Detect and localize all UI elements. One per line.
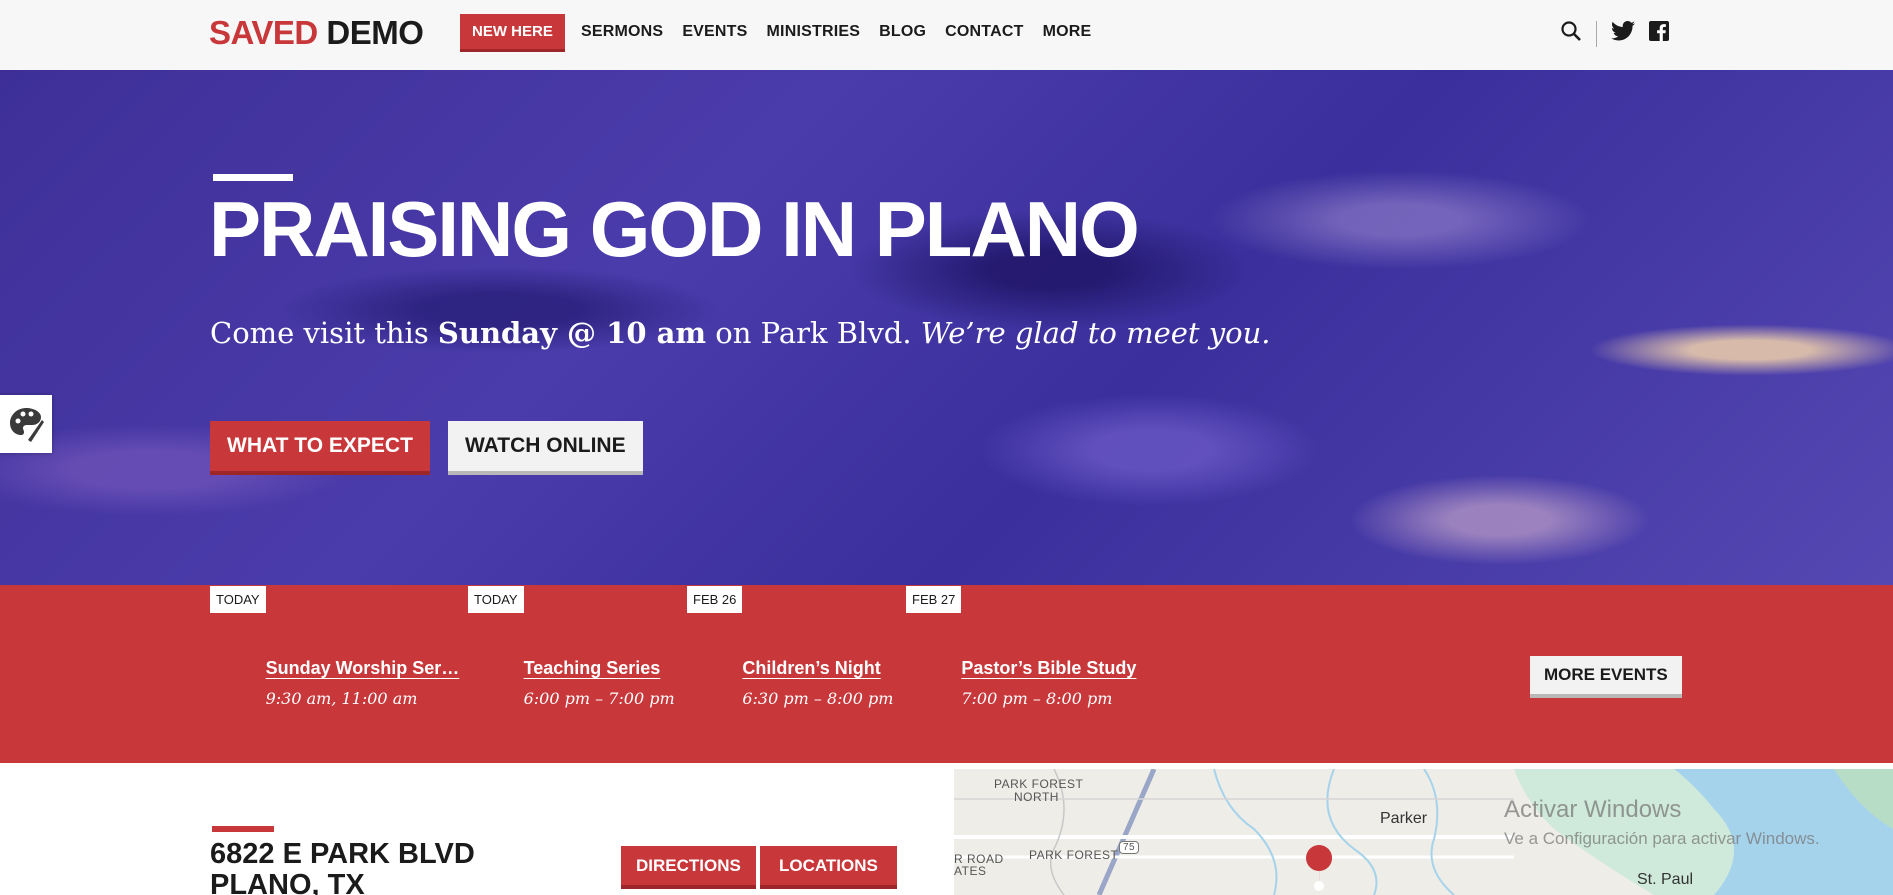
nav-more[interactable]: MORE [1043,23,1092,41]
nav-sermons[interactable]: SERMONS [581,23,663,41]
hero-title: PRAISING GOD IN PLANO [209,185,1140,273]
event-item[interactable]: FEB 26 Children’s Night 6:30 pm – 8:00 p… [687,585,893,708]
nav-contact[interactable]: CONTACT [945,23,1023,41]
map-label: PARK FOREST [994,777,1084,791]
nav-ministries[interactable]: MINISTRIES [767,23,861,41]
map-label: PARK FOREST [1029,848,1119,862]
location-map[interactable]: PARK FOREST NORTH PARK FOREST R ROAD ATE… [954,769,1893,895]
events-strip: TODAY Sunday Worship Ser… 9:30 am, 11:00… [0,585,1893,763]
map-city: St. Paul [1637,871,1694,888]
what-to-expect-button[interactable]: WHAT TO EXPECT [210,421,430,475]
event-date-badge: FEB 27 [906,586,962,613]
event-title-link[interactable]: Children’s Night [742,658,880,679]
event-title-link[interactable]: Pastor’s Bible Study [961,658,1136,679]
map-city: Parker [1380,810,1428,827]
palette-icon[interactable] [0,395,52,453]
more-events-button[interactable]: MORE EVENTS [1530,656,1682,698]
map-label: NORTH [1014,790,1059,804]
event-date-badge: FEB 26 [687,586,743,613]
logo-demo: DEMO [326,14,424,51]
event-item[interactable]: FEB 27 Pastor’s Bible Study 7:00 pm – 8:… [906,585,1136,708]
directions-button[interactable]: DIRECTIONS [621,846,756,889]
facebook-icon[interactable] [1649,21,1669,46]
event-date-badge: TODAY [210,586,266,613]
locations-button[interactable]: LOCATIONS [760,846,897,889]
windows-watermark-sub: Ve a Configuración para activar Windows. [1504,829,1820,848]
map-label: ATES [954,864,987,878]
event-time: 6:00 pm – 7:00 pm [523,689,675,708]
address-line-2: PLANO, TX [210,869,365,895]
location-rule [212,826,274,832]
event-time: 7:00 pm – 8:00 pm [961,689,1113,708]
hero-subtitle: Come visit this Sunday @ 10 am on Park B… [210,316,1271,350]
event-title-link[interactable]: Teaching Series [524,658,661,679]
nav-blog[interactable]: BLOG [879,23,926,41]
header-icons [1560,20,1669,47]
site-logo[interactable]: SAVED DEMO [209,14,424,52]
event-item[interactable]: TODAY Teaching Series 6:00 pm – 7:00 pm [468,585,675,708]
twitter-icon[interactable] [1611,21,1635,46]
windows-watermark: Activar Windows [1504,796,1682,823]
watch-online-button[interactable]: WATCH ONLINE [448,421,643,475]
search-icon[interactable] [1560,20,1582,47]
event-date-badge: TODAY [468,586,524,613]
address-line-1: 6822 E PARK BLVD [210,838,475,870]
new-here-button[interactable]: NEW HERE [460,14,565,52]
event-time: 9:30 am, 11:00 am [265,689,418,708]
logo-saved: SAVED [209,14,318,51]
site-header: SAVED DEMO NEW HERE SERMONS EVENTS MINIS… [0,0,1893,70]
main-nav: SERMONS EVENTS MINISTRIES BLOG CONTACT M… [581,23,1091,41]
hero-banner: PRAISING GOD IN PLANO Come visit this Su… [0,70,1893,585]
hero-rule [213,174,293,181]
header-divider [1596,20,1597,47]
highway-shield: 75 [1119,841,1140,854]
address: 6822 E PARK BLVD PLANO, TX [210,839,475,895]
event-item[interactable]: TODAY Sunday Worship Ser… 9:30 am, 11:00… [210,585,459,708]
event-title-link[interactable]: Sunday Worship Ser… [266,658,460,679]
event-time: 6:30 pm – 8:00 pm [742,689,894,708]
nav-events[interactable]: EVENTS [682,23,747,41]
location-panel: 6822 E PARK BLVD PLANO, TX DIRECTIONS LO… [0,763,954,895]
